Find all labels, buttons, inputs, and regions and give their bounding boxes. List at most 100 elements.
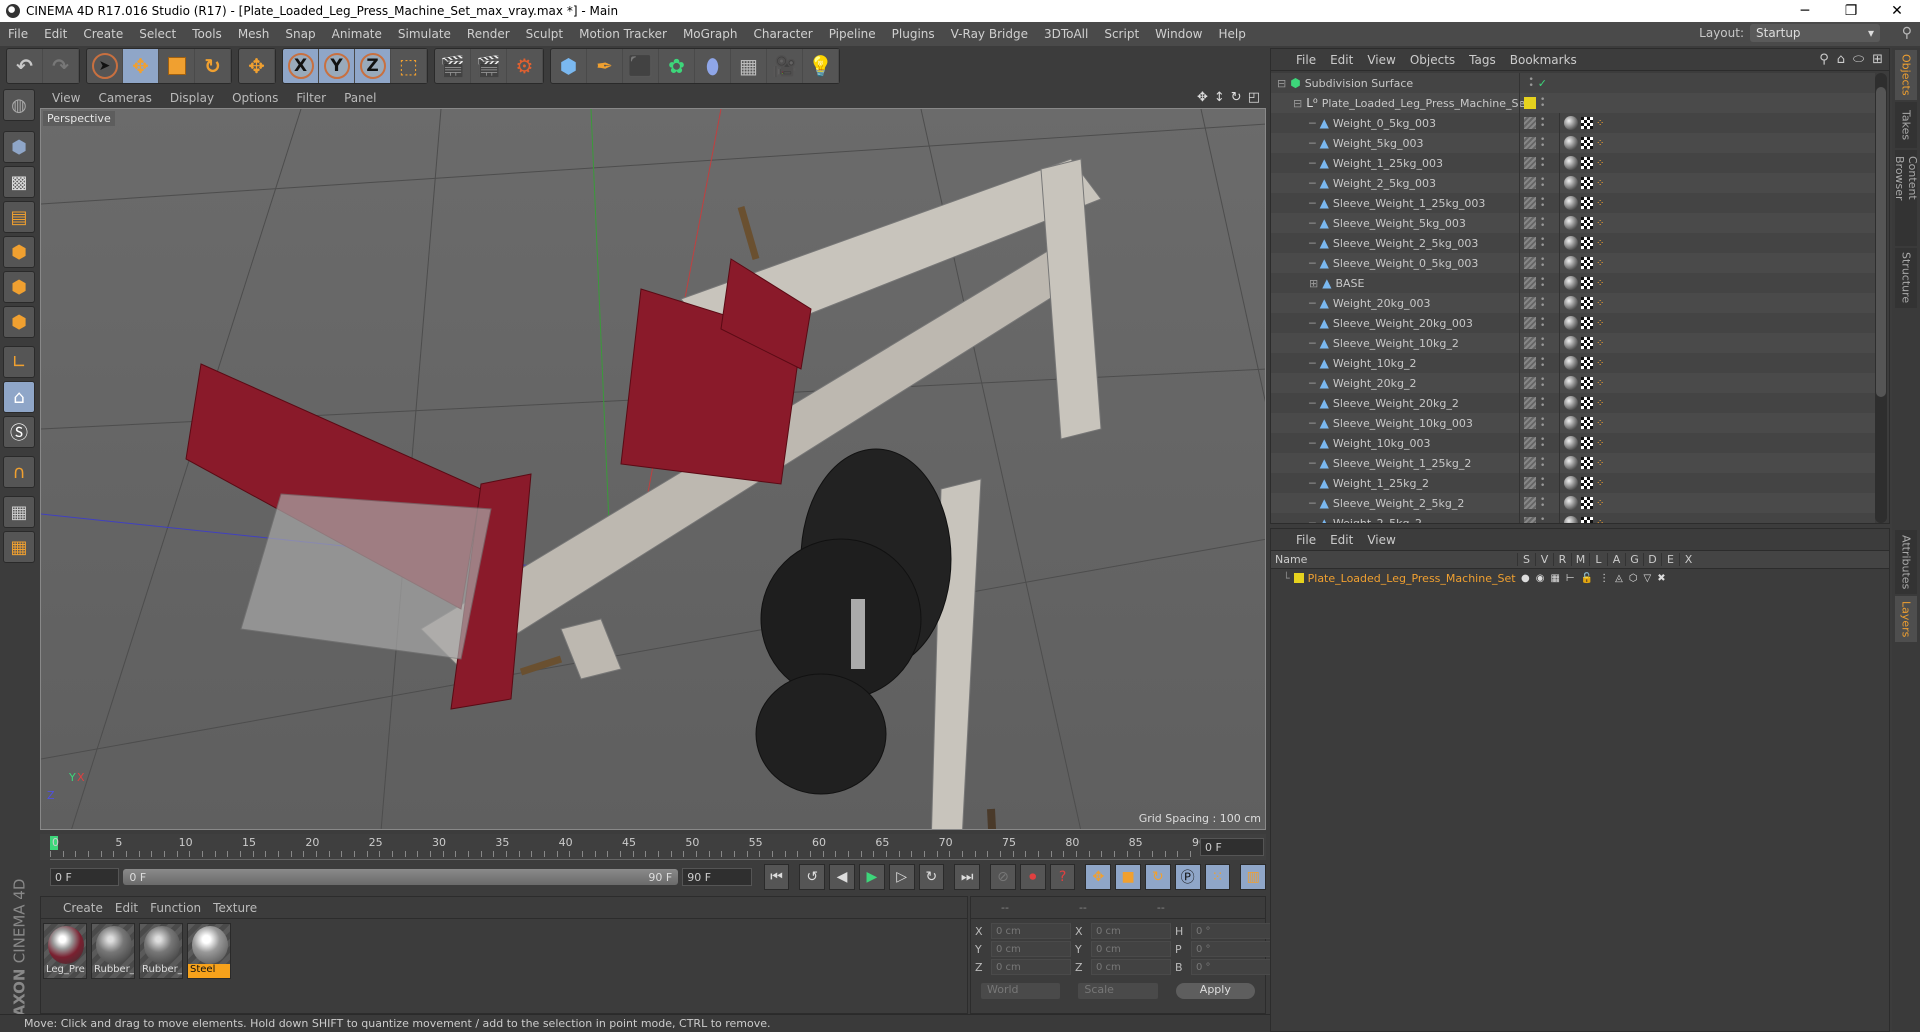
enabled-check-icon[interactable]: ✓ <box>1538 77 1547 90</box>
uvw-tag-icon[interactable] <box>1581 157 1593 169</box>
menu-edit[interactable]: Edit <box>36 27 75 41</box>
uvw-tag-icon[interactable] <box>1581 177 1593 189</box>
viewport-menu-view[interactable]: View <box>44 91 88 105</box>
expand-icon[interactable]: ⊞ <box>1309 277 1318 290</box>
layer-swatch[interactable] <box>1524 497 1536 509</box>
uvw-tag-icon[interactable] <box>1581 377 1593 389</box>
uvw-tag-icon[interactable] <box>1581 417 1593 429</box>
size-mode-dropdown[interactable]: Scale <box>1078 983 1158 999</box>
object-flags[interactable]: •• <box>1519 173 1547 193</box>
redo-button[interactable]: ↷ <box>43 49 79 83</box>
object-flags[interactable]: •• <box>1519 273 1547 293</box>
object-flags[interactable]: •• <box>1519 413 1547 433</box>
objects-menu-file[interactable]: File <box>1289 53 1323 67</box>
object-flags[interactable]: •• <box>1519 113 1547 133</box>
add-cube-button[interactable]: ⬢ <box>551 49 587 83</box>
visibility-dots-icon[interactable]: •• <box>1540 396 1545 411</box>
add-array-button[interactable]: ✿ <box>659 49 695 83</box>
visibility-dots-icon[interactable]: •• <box>1540 156 1545 171</box>
coordinate-system-button[interactable]: ⬚ <box>391 49 427 83</box>
selection-tag-icon[interactable]: ⁘ <box>1596 378 1604 389</box>
live-selection-button[interactable]: ➤ <box>87 49 123 83</box>
material-tag-icon[interactable] <box>1564 236 1578 250</box>
menu-tools[interactable]: Tools <box>184 27 230 41</box>
animation-icon[interactable]: ⋮ <box>1599 573 1609 584</box>
layer-column-v[interactable]: V <box>1535 553 1553 566</box>
object-flags[interactable]: •• <box>1519 373 1547 393</box>
layers-menu-edit[interactable]: Edit <box>1323 533 1360 547</box>
object-flags[interactable]: •• <box>1519 293 1547 313</box>
object-flags[interactable]: •• <box>1519 213 1547 233</box>
uvw-tag-icon[interactable] <box>1581 457 1593 469</box>
add-floor-button[interactable]: ▦ <box>731 49 767 83</box>
model-mode-button[interactable]: ⬢ <box>3 131 35 163</box>
maximize-view-icon[interactable]: ◰ <box>1248 90 1260 105</box>
generator-icon[interactable]: ◬ <box>1615 573 1623 584</box>
object-row[interactable]: ─ ▲ Weight_1_25kg_003 • • ⁘ <box>1271 153 1875 173</box>
visibility-dots-icon[interactable]: •• <box>1540 456 1545 471</box>
layer-column-e[interactable]: E <box>1661 553 1679 566</box>
visibility-dots-icon[interactable]: •• <box>1540 516 1545 524</box>
visibility-dots-icon[interactable]: •• <box>1540 416 1545 431</box>
snap-button[interactable]: ∩ <box>3 456 35 488</box>
move-tool-button[interactable]: ✥ <box>123 49 159 83</box>
object-row[interactable]: ─ ▲ Weight_5kg_003 • • ⁘ <box>1271 133 1875 153</box>
layer-swatch[interactable] <box>1524 157 1536 169</box>
object-row[interactable]: ─ ▲ Sleeve_Weight_5kg_003 • • ⁘ <box>1271 213 1875 233</box>
visibility-dots-icon[interactable]: •• <box>1540 296 1545 311</box>
object-row[interactable]: ─ ▲ Sleeve_Weight_0_5kg_003 • • ⁘ <box>1271 253 1875 273</box>
zoom-view-icon[interactable]: ↕ <box>1214 90 1225 105</box>
object-row[interactable]: ⊞ ▲ BASE • • ⁘ <box>1271 273 1875 293</box>
render-settings-button[interactable]: ⚙ <box>507 49 543 83</box>
visibility-dots-icon[interactable]: •• <box>1540 256 1545 271</box>
menu-3dtoall[interactable]: 3DToAll <box>1036 27 1096 41</box>
menu-character[interactable]: Character <box>745 27 820 41</box>
layer-swatch[interactable] <box>1524 517 1536 523</box>
object-row[interactable]: ─ ▲ Weight_20kg_2 • • ⁘ <box>1271 373 1875 393</box>
object-flags[interactable]: •• <box>1519 253 1547 273</box>
object-flags[interactable]: •• <box>1519 153 1547 173</box>
object-flags[interactable]: •• <box>1519 333 1547 353</box>
object-flags[interactable]: •• <box>1519 513 1547 523</box>
objects-menu-view[interactable]: View <box>1360 53 1402 67</box>
go-to-end-button[interactable]: ⏭ <box>954 864 981 890</box>
play-button[interactable]: ▶ <box>858 864 885 890</box>
xref-icon[interactable]: ✖ <box>1657 573 1665 584</box>
material-tag-icon[interactable] <box>1564 396 1578 410</box>
object-flags[interactable]: •• <box>1519 393 1547 413</box>
object-row[interactable]: ─ ▲ Sleeve_Weight_1_25kg_003 • • ⁘ <box>1271 193 1875 213</box>
layer-swatch[interactable] <box>1524 117 1536 129</box>
layer-swatch[interactable] <box>1524 437 1536 449</box>
points-mode-button[interactable]: ⬢ <box>3 236 35 268</box>
visibility-dots-icon[interactable]: •• <box>1540 496 1545 511</box>
add-spline-pen-button[interactable]: ✒ <box>587 49 623 83</box>
layout-dropdown[interactable]: Startup ▾ <box>1750 24 1880 42</box>
layer-swatch[interactable] <box>1524 297 1536 309</box>
viewport-menu-cameras[interactable]: Cameras <box>90 91 159 105</box>
autokeying-button[interactable]: ⏺ <box>1019 864 1046 890</box>
layer-column-a[interactable]: A <box>1607 553 1625 566</box>
visibility-dots-icon[interactable]: •• <box>1540 436 1545 451</box>
camera-label[interactable]: Perspective <box>43 111 115 126</box>
objects-menu-objects[interactable]: Objects <box>1403 53 1462 67</box>
add-light-button[interactable]: 💡 <box>803 49 839 83</box>
manager-icon[interactable]: ⊢ <box>1566 573 1575 584</box>
object-flags[interactable]: •• <box>1519 313 1547 333</box>
selection-tag-icon[interactable]: ⁘ <box>1596 238 1604 249</box>
object-flags[interactable]: • • ✓ <box>1519 73 1547 93</box>
eye-icon[interactable]: ◉ <box>1536 573 1545 584</box>
uvw-tag-icon[interactable] <box>1581 237 1593 249</box>
layer-swatch[interactable] <box>1524 477 1536 489</box>
object-row[interactable]: ─ ▲ Weight_10kg_003 • • ⁘ <box>1271 433 1875 453</box>
layer-column-r[interactable]: R <box>1553 553 1571 566</box>
visibility-dots-icon[interactable]: •• <box>1540 356 1545 371</box>
menu-simulate[interactable]: Simulate <box>390 27 459 41</box>
material-swatch[interactable]: Leg_Pre <box>43 923 87 979</box>
previous-key-button[interactable]: ↺ <box>799 864 826 890</box>
material-tag-icon[interactable] <box>1564 436 1578 450</box>
viewport-menu-options[interactable]: Options <box>224 91 286 105</box>
visibility-dots-icon[interactable]: •• <box>1540 276 1545 291</box>
rotate-tool-button[interactable]: ↻ <box>195 49 231 83</box>
layer-swatch[interactable] <box>1524 457 1536 469</box>
menu-animate[interactable]: Animate <box>324 27 390 41</box>
